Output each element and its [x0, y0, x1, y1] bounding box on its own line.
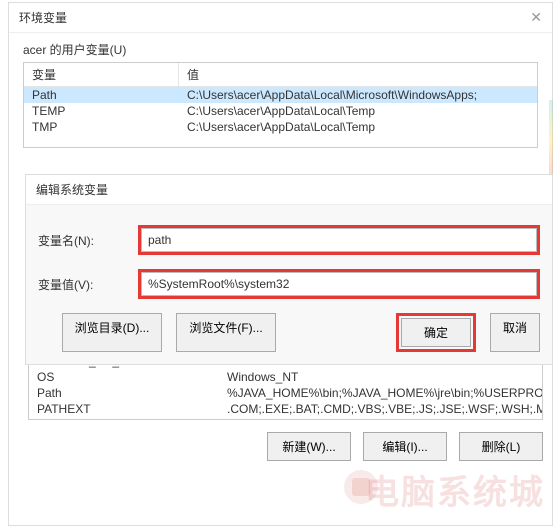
ok-button-highlight: 确定	[396, 313, 476, 352]
var-name-input[interactable]	[141, 228, 537, 252]
var-value-label: 变量值(V):	[38, 276, 138, 293]
user-vars-label: acer 的用户变量(U)	[23, 41, 538, 58]
user-vars-section: acer 的用户变量(U) 变量 值 Path C:\Users\acer\Ap…	[9, 33, 552, 148]
table-row[interactable]: Path%JAVA_HOME%\bin;%JAVA_HOME%\jre\bin;…	[29, 385, 542, 401]
var-value-input-highlight	[138, 269, 540, 299]
table-row[interactable]: TMP C:\Users\acer\AppData\Local\Temp	[24, 119, 537, 135]
inner-dialog-title: 编辑系统变量	[26, 175, 552, 205]
cell-var: TEMP	[24, 103, 179, 119]
table-row[interactable]: Path C:\Users\acer\AppData\Local\Microso…	[24, 87, 537, 103]
browse-dir-button[interactable]: 浏览目录(D)...	[62, 313, 162, 352]
browse-file-button[interactable]: 浏览文件(F)...	[176, 313, 276, 352]
var-value-input[interactable]	[141, 272, 537, 296]
var-value-row: 变量值(V):	[38, 269, 540, 299]
close-icon[interactable]: ✕	[530, 9, 542, 26]
new-button[interactable]: 新建(W)...	[267, 432, 351, 461]
cancel-button[interactable]: 取消	[490, 313, 540, 352]
spacer	[290, 313, 382, 352]
table-row[interactable]: OSWindows_NT	[29, 369, 542, 385]
cell-val: C:\Users\acer\AppData\Local\Temp	[179, 119, 537, 135]
system-vars-buttons: 新建(W)... 编辑(I)... 删除(L)	[28, 432, 543, 461]
inner-button-row: 浏览目录(D)... 浏览文件(F)... 确定 取消	[38, 313, 540, 352]
var-name-input-highlight	[138, 225, 540, 255]
table-header: 变量 值	[24, 63, 537, 87]
ok-button[interactable]: 确定	[401, 318, 471, 347]
dialog-title: 环境变量	[19, 9, 67, 26]
table-row[interactable]: PATHEXT.COM;.EXE;.BAT;.CMD;.VBS;.VBE;.JS…	[29, 401, 542, 417]
table-row[interactable]: PROCESSOR_ARCHITECTUREAMD64	[29, 417, 542, 420]
cell-val: C:\Users\acer\AppData\Local\Microsoft\Wi…	[179, 87, 537, 103]
col-value: 值	[179, 63, 537, 86]
edit-button[interactable]: 编辑(I)...	[363, 432, 447, 461]
user-vars-table[interactable]: 变量 值 Path C:\Users\acer\AppData\Local\Mi…	[23, 62, 538, 148]
title-bar: 环境变量 ✕	[9, 3, 552, 33]
col-variable: 变量	[24, 63, 179, 86]
edit-sys-var-dialog: 编辑系统变量 变量名(N): 变量值(V): 浏览目录(D)... 浏览文件(F…	[25, 174, 553, 365]
delete-button[interactable]: 删除(L)	[459, 432, 543, 461]
inner-dialog-body: 变量名(N): 变量值(V): 浏览目录(D)... 浏览文件(F)... 确定…	[26, 205, 552, 364]
var-name-row: 变量名(N):	[38, 225, 540, 255]
var-name-label: 变量名(N):	[38, 232, 138, 249]
cell-var: Path	[24, 87, 179, 103]
decorative-strip	[549, 100, 553, 180]
cell-val: C:\Users\acer\AppData\Local\Temp	[179, 103, 537, 119]
cell-var: TMP	[24, 119, 179, 135]
table-row[interactable]: TEMP C:\Users\acer\AppData\Local\Temp	[24, 103, 537, 119]
